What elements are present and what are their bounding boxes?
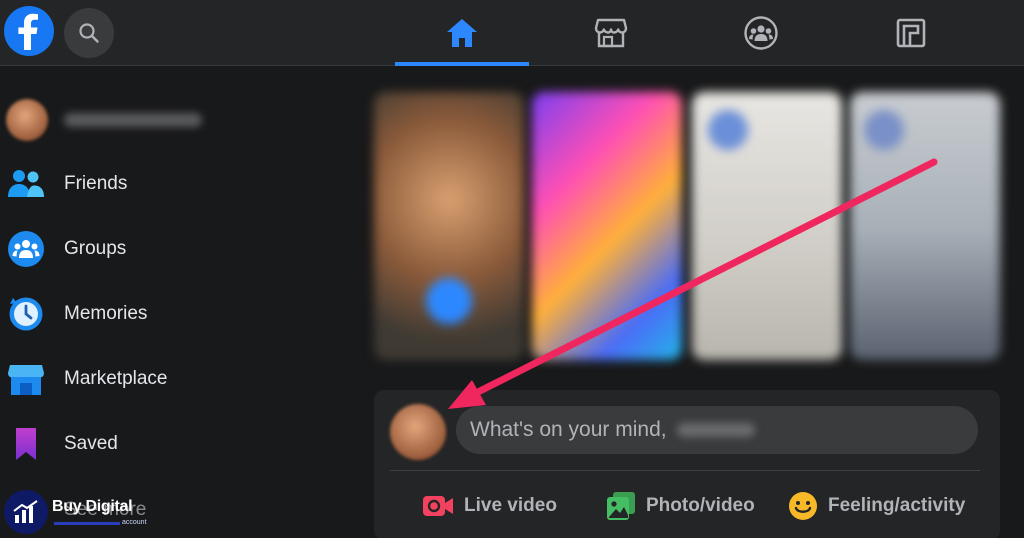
sidebar-item-label: Groups <box>64 238 127 259</box>
sidebar-item-profile[interactable] <box>0 92 330 148</box>
groups-icon <box>6 229 46 269</box>
avatar <box>6 99 48 141</box>
top-navigation-bar <box>0 0 1024 66</box>
sidebar-item-groups[interactable]: Groups <box>0 221 330 277</box>
tab-gaming[interactable] <box>844 0 978 66</box>
search-button[interactable] <box>64 8 114 58</box>
friends-icon <box>6 164 46 204</box>
search-icon <box>79 23 99 43</box>
memories-icon <box>6 294 46 334</box>
feeling-smiley-icon <box>789 492 817 520</box>
live-video-icon <box>423 496 453 516</box>
action-label: Live video <box>464 495 557 516</box>
avatar <box>390 404 446 460</box>
sidebar-item-label: Friends <box>64 173 128 194</box>
action-label: Feeling/activity <box>828 495 966 516</box>
saved-bookmark-icon <box>6 424 46 464</box>
tab-marketplace[interactable] <box>544 0 678 66</box>
gaming-icon <box>896 18 926 48</box>
avatar <box>864 110 904 150</box>
bar-chart-icon <box>4 490 48 534</box>
sidebar-item-friends[interactable]: Friends <box>0 156 330 212</box>
blurred-profile-name <box>64 113 202 127</box>
composer-prompt: What's on your mind, <box>470 418 667 441</box>
live-video-button[interactable]: Live video <box>422 488 557 524</box>
marketplace-icon <box>6 359 46 399</box>
add-story-icon <box>426 278 472 324</box>
facebook-logo-icon[interactable] <box>4 6 54 56</box>
divider <box>390 470 980 471</box>
story-card[interactable] <box>374 92 524 360</box>
feeling-activity-button[interactable]: Feeling/activity <box>788 488 965 524</box>
post-composer: What's on your mind, Live video Photo/vi… <box>374 390 1000 538</box>
tab-groups[interactable] <box>694 0 828 66</box>
sidebar-item-label: Saved <box>64 433 118 454</box>
sidebar-item-memories[interactable]: Memories <box>0 286 330 342</box>
watermark-logo: Buy Digital account <box>4 486 164 536</box>
blurred-user-name <box>676 423 755 437</box>
photo-video-button[interactable]: Photo/video <box>606 488 755 524</box>
sidebar-item-label: Memories <box>64 303 148 324</box>
watermark-subtitle: account <box>122 519 147 526</box>
sidebar-item-saved[interactable]: Saved <box>0 416 330 472</box>
sidebar-item-marketplace[interactable]: Marketplace <box>0 351 330 407</box>
groups-icon <box>744 16 778 50</box>
story-card[interactable] <box>692 92 842 360</box>
whats-on-your-mind-input[interactable]: What's on your mind, <box>456 406 978 454</box>
sidebar-item-label: Marketplace <box>64 368 168 389</box>
action-label: Photo/video <box>646 495 755 516</box>
left-sidebar: Friends Groups Memories Marketplace Save… <box>0 66 340 538</box>
divider <box>54 522 120 525</box>
story-card[interactable] <box>850 92 1000 360</box>
watermark-title: Buy Digital <box>52 498 133 515</box>
photo-video-icon <box>607 492 635 520</box>
avatar <box>708 110 748 150</box>
marketplace-shop-icon <box>594 18 628 48</box>
home-icon <box>447 19 477 47</box>
story-card[interactable] <box>532 92 682 360</box>
tab-home[interactable] <box>395 0 529 66</box>
